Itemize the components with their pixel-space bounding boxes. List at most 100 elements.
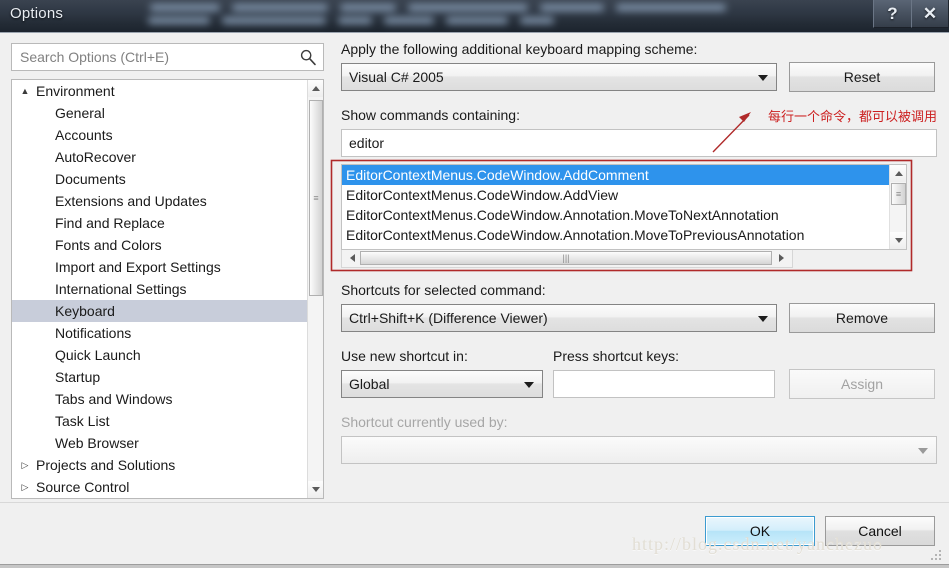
window-bottom-edge [0,564,949,568]
shortcuts-value: Ctrl+Shift+K (Difference Viewer) [349,310,548,326]
command-scroll-right-icon[interactable] [775,250,792,266]
sidebar-item-task-list[interactable]: Task List [12,410,307,432]
sidebar-item-label: Environment [36,83,115,99]
sidebar-item-keyboard[interactable]: Keyboard [12,300,307,322]
command-scroll-up-icon[interactable] [890,165,906,182]
sidebar-item-web-browser[interactable]: Web Browser [12,432,307,454]
remove-button[interactable]: Remove [789,303,935,333]
sidebar-item-label: Documents [55,171,126,187]
command-list-item[interactable]: EditorContextMenus.CodeWindow.Annotation… [342,205,889,225]
reset-button[interactable]: Reset [789,62,935,92]
sidebar-item-notifications[interactable]: Notifications [12,322,307,344]
search-placeholder: Search Options (Ctrl+E) [20,49,169,65]
command-hscroll-thumb[interactable]: ||| [360,251,772,265]
sidebar-item-projects-and-solutions[interactable]: ▷ Projects and Solutions [12,454,307,476]
search-input[interactable]: Search Options (Ctrl+E) [11,43,324,71]
press-shortcut-keys-input[interactable] [553,370,775,398]
titlebar-blurred-background [140,2,780,30]
sidebar-item-autorecover[interactable]: AutoRecover [12,146,307,168]
sidebar-item-tabs-and-windows[interactable]: Tabs and Windows [12,388,307,410]
command-filter-value: editor [349,135,385,151]
command-scroll-down-icon[interactable] [890,232,906,249]
sidebar-item-extensions-and-updates[interactable]: Extensions and Updates [12,190,307,212]
command-list-horizontal-scrollbar[interactable]: ||| [341,250,793,268]
shortcuts-label: Shortcuts for selected command: [341,282,546,298]
watermark-text: http://blog.csdn.net/yanchezuo [632,534,883,554]
sidebar-item-general[interactable]: General [12,102,307,124]
sidebar-item-fonts-and-colors[interactable]: Fonts and Colors [12,234,307,256]
used-by-label: Shortcut currently used by: [341,414,508,430]
sidebar-item-label: Web Browser [55,435,139,451]
sidebar-item-accounts[interactable]: Accounts [12,124,307,146]
tree-collapse-icon[interactable]: ▲ [18,80,32,102]
window-title: Options [10,5,64,22]
scheme-label: Apply the following additional keyboard … [341,41,698,57]
sidebar-item-label: Startup [55,369,101,385]
sidebar-item-import-and-export-settings[interactable]: Import and Export Settings [12,256,307,278]
command-filter-input[interactable]: editor [341,129,937,157]
sidebar-item-label: International Settings [55,281,187,297]
chevron-down-icon [918,448,928,454]
command-scroll-left-icon[interactable] [342,250,359,266]
tree-items-container: ▲ Environment General Accounts AutoRecover Do… [12,80,307,498]
command-list-item[interactable]: EditorContextMenus.CodeWindow.Annotation… [342,225,889,245]
chevron-down-icon [758,316,768,322]
window-controls: ? ✕ [873,0,949,28]
sidebar-item-documents[interactable]: Documents [12,168,307,190]
sidebar-item-label: Find and Replace [55,215,165,231]
command-scroll-grip-icon: ≡ [895,188,902,199]
sidebar-item-international-settings[interactable]: International Settings [12,278,307,300]
shortcuts-dropdown[interactable]: Ctrl+Shift+K (Difference Viewer) [341,304,777,332]
sidebar-item-label: Source Control [36,479,130,495]
help-icon[interactable]: ? [873,0,911,28]
chevron-down-icon [524,382,534,388]
command-scroll-thumb[interactable]: ≡ [891,183,906,205]
keyboard-scheme-dropdown[interactable]: Visual C# 2005 [341,63,777,91]
command-hscroll-grip-icon: ||| [562,252,570,263]
keyboard-scheme-value: Visual C# 2005 [349,69,444,85]
options-dialog-screen: Options ? ✕ Search Options (Ctrl+E) ▲ Env… [0,0,949,568]
search-icon [300,49,316,66]
sidebar-item-label: Import and Export Settings [55,259,221,275]
show-commands-label: Show commands containing: [341,107,520,123]
sidebar-item-label: Tabs and Windows [55,391,173,407]
assign-button[interactable]: Assign [789,369,935,399]
sidebar-item-source-control[interactable]: ▷ Source Control [12,476,307,498]
sidebar-item-label: Fonts and Colors [55,237,162,253]
command-list-item[interactable]: EditorContextMenus.CodeWindow.AddView [342,185,889,205]
used-by-dropdown[interactable] [341,436,937,464]
sidebar-item-label: Quick Launch [55,347,141,363]
command-listbox[interactable]: EditorContextMenus.CodeWindow.AddComment… [341,164,907,250]
sidebar-item-label: Keyboard [55,303,115,319]
window-titlebar: Options ? ✕ [0,0,949,32]
sidebar-item-label: General [55,105,105,121]
close-icon[interactable]: ✕ [911,0,949,28]
tree-scroll-down-icon[interactable] [308,481,323,498]
tree-scroll-thumb[interactable]: ≡ [309,100,323,296]
tree-vertical-scrollbar[interactable]: ≡ [307,80,323,498]
sidebar-item-environment[interactable]: ▲ Environment [12,80,307,102]
sidebar-item-label: Projects and Solutions [36,457,176,473]
sidebar-item-label: AutoRecover [55,149,136,165]
options-left-panel: Search Options (Ctrl+E) ▲ Environment Gene… [11,43,324,499]
sidebar-item-label: Extensions and Updates [55,193,207,209]
keyboard-options-panel: Apply the following additional keyboard … [341,41,937,464]
command-list-item[interactable]: EditorContextMenus.CodeWindow.AddComment [342,165,889,185]
scope-value: Global [349,376,390,392]
resize-grip-icon[interactable] [930,550,943,563]
scope-dropdown[interactable]: Global [341,370,543,398]
tree-scroll-up-icon[interactable] [308,80,323,97]
sidebar-item-startup[interactable]: Startup [12,366,307,388]
scope-label: Use new shortcut in: [341,348,468,364]
sidebar-item-label: Notifications [55,325,132,341]
tree-scroll-grip-icon: ≡ [313,192,319,203]
options-category-tree[interactable]: ▲ Environment General Accounts AutoRecover Do… [11,79,324,499]
sidebar-item-find-and-replace[interactable]: Find and Replace [12,212,307,234]
command-list-vertical-scrollbar[interactable]: ≡ [889,165,906,249]
chevron-down-icon [758,75,768,81]
sidebar-item-quick-launch[interactable]: Quick Launch [12,344,307,366]
dialog-body: Search Options (Ctrl+E) ▲ Environment Gene… [0,32,949,568]
command-rows-container: EditorContextMenus.CodeWindow.AddComment… [342,165,889,249]
tree-expand-icon[interactable]: ▷ [18,454,32,476]
tree-expand-icon[interactable]: ▷ [18,476,32,498]
